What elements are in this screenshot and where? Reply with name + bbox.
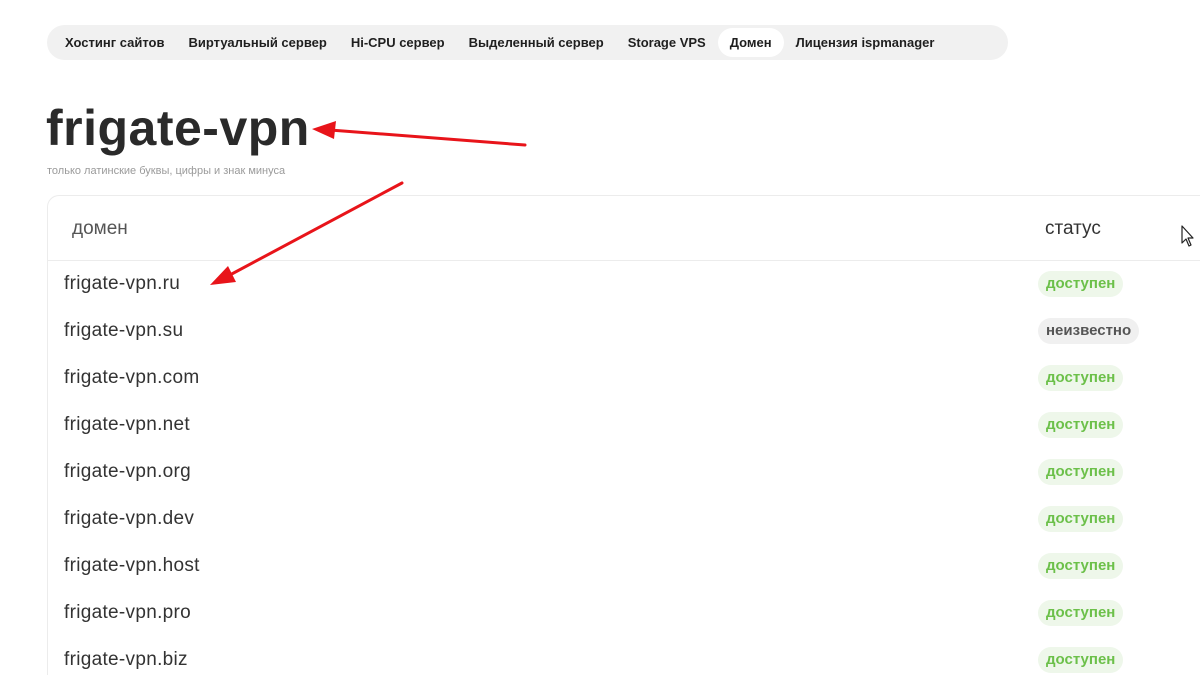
input-hint: только латинские буквы, цифры и знак мин… [47,165,286,177]
domain-name: frigate-vpn.su [64,320,184,341]
tab-domain[interactable]: Домен [717,28,784,57]
column-header-domain: домен [72,218,128,239]
domain-name: frigate-vpn.net [64,414,190,435]
domain-name: frigate-vpn.org [64,461,192,482]
tab-storage-vps[interactable]: Storage VPS [616,28,718,57]
red-arrow-annotation [312,121,527,147]
status-badge: доступен [1038,647,1124,673]
table-row[interactable]: frigate-vpn.dev доступен [48,496,1200,543]
table-row[interactable]: frigate-vpn.pro доступен [48,590,1200,637]
domain-name: frigate-vpn.dev [64,508,195,529]
product-tabs: Хостинг сайтов Виртуальный сервер Hi-CPU… [47,25,1008,60]
column-header-status: статус [1045,218,1101,239]
table-row[interactable]: frigate-vpn.com доступен [48,355,1200,402]
table-row[interactable]: frigate-vpn.host доступен [48,543,1200,590]
results-table: домен статус frigate-vpn.ru доступен fri… [47,195,1200,675]
status-badge: доступен [1038,553,1124,579]
status-badge: доступен [1038,459,1124,485]
tab-virtual-server[interactable]: Виртуальный сервер [176,28,338,57]
table-row[interactable]: frigate-vpn.su неизвестно [48,308,1200,355]
table-row[interactable]: frigate-vpn.net доступен [48,402,1200,449]
domain-name: frigate-vpn.ru [64,273,181,294]
table-header: домен статус [48,196,1200,261]
status-badge: доступен [1038,271,1124,297]
tab-dedicated-server[interactable]: Выделенный сервер [457,28,616,57]
status-badge: доступен [1038,365,1124,391]
tab-hosting[interactable]: Хостинг сайтов [53,28,176,57]
tab-hi-cpu-server[interactable]: Hi-CPU сервер [339,28,457,57]
domain-name: frigate-vpn.biz [64,649,188,670]
status-badge: доступен [1038,412,1124,438]
domain-name: frigate-vpn.host [64,555,200,576]
domain-name: frigate-vpn.pro [64,602,192,623]
status-badge: доступен [1038,506,1124,532]
table-row[interactable]: frigate-vpn.ru доступен [48,261,1200,308]
domain-name: frigate-vpn.com [64,367,200,388]
table-row[interactable]: frigate-vpn.org доступен [48,449,1200,496]
table-row[interactable]: frigate-vpn.biz доступен [48,637,1200,675]
mouse-pointer-icon [1181,225,1194,247]
status-badge: доступен [1038,600,1124,626]
domain-search-input[interactable]: frigate-vpn [46,98,310,158]
tab-ispmanager-license[interactable]: Лицензия ispmanager [784,28,947,57]
status-badge: неизвестно [1038,318,1140,344]
